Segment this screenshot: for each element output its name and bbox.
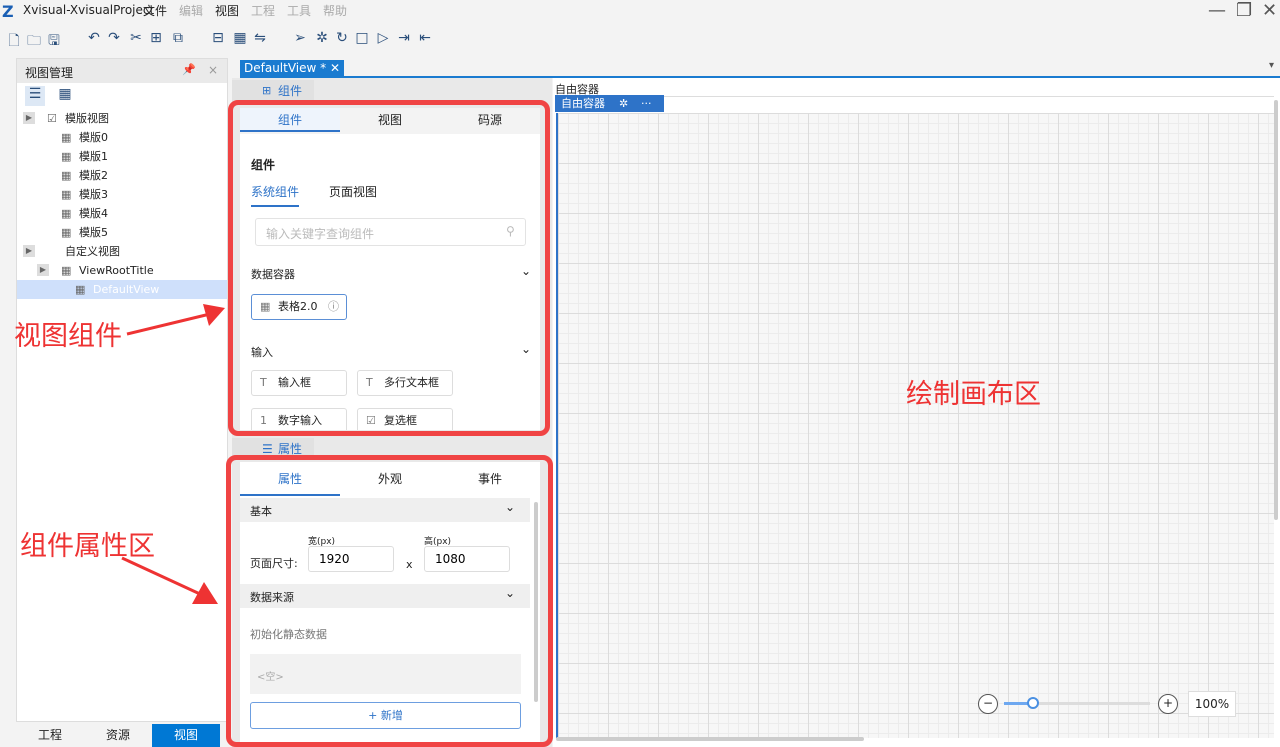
tree-item-label: 模版4: [79, 207, 108, 220]
table-icon: ▦: [61, 226, 72, 239]
tree-item[interactable]: ▶ 自定义视图: [17, 242, 227, 261]
table-icon: ▦: [61, 150, 72, 163]
export-icon[interactable]: ⇥: [394, 30, 414, 46]
connect-icon[interactable]: ⇋: [250, 30, 270, 46]
send-icon[interactable]: ➢: [290, 30, 310, 46]
tree-item-label: 模版5: [79, 226, 108, 239]
tree-item[interactable]: ▦ 模版2: [17, 166, 227, 185]
new-file-icon[interactable]: 🗋: [4, 30, 24, 54]
app-title: Xvisual-XvisualProject: [23, 3, 155, 17]
tree-item[interactable]: ▦ 模版4: [17, 204, 227, 223]
table-icon: ▦: [61, 131, 72, 144]
toolbar: 🗋 🗀 🖫 ↶ ↷ ✂ ⊞ ⧉ ⊟ ▦ ⇋ ➢ ✲ ↻ □ ▷ ⇥ ⇤: [0, 28, 1280, 50]
tree-item[interactable]: ▦ 模版1: [17, 147, 227, 166]
container-tag[interactable]: 自由容器 ✲ ···: [555, 95, 664, 112]
more-icon[interactable]: ···: [641, 95, 652, 112]
sparkle-icon[interactable]: ✲: [312, 30, 332, 46]
bottom-tabs: 工程 资源 视图: [16, 724, 228, 747]
add-view-icon[interactable]: ⊟: [208, 30, 228, 46]
properties-section-label: 属性: [278, 442, 303, 456]
tab-menu-icon[interactable]: ▾: [1269, 60, 1274, 71]
table-icon: ▦: [61, 188, 72, 201]
import-icon[interactable]: ⇤: [415, 30, 435, 46]
copy-icon[interactable]: ⧉: [168, 30, 188, 46]
title-bar: Z Xvisual-XvisualProject 文件 编辑 视图 工程 工具 …: [0, 0, 1280, 24]
folder-icon: ☑: [47, 112, 57, 125]
cut-icon[interactable]: ✂: [126, 30, 146, 46]
arrow-icon: [121, 556, 218, 604]
annotation-view-components: 视图组件: [14, 321, 122, 352]
document-tab[interactable]: DefaultView * ✕: [240, 60, 344, 77]
redo-icon[interactable]: ↷: [104, 30, 124, 46]
refresh-icon[interactable]: ↻: [332, 30, 352, 46]
pin-icon[interactable]: 📌: [182, 63, 196, 76]
container-tag-label: 自由容器: [561, 97, 605, 110]
list-view-icon[interactable]: ☰: [25, 86, 45, 106]
components-section-label: 组件: [278, 84, 303, 98]
stop-icon[interactable]: □: [352, 30, 372, 46]
annotation-box-properties: [226, 455, 553, 747]
zoom-slider[interactable]: [1004, 697, 1150, 709]
tree-item-label: 模版0: [79, 131, 108, 144]
panel-header: 视图管理 📌 ×: [17, 59, 227, 83]
menu-file[interactable]: 文件: [143, 2, 167, 19]
drawing-canvas[interactable]: [556, 113, 1274, 738]
add-template-icon[interactable]: ▦: [230, 30, 250, 46]
annotation-box-components: [228, 100, 550, 436]
expand-icon[interactable]: ▶: [23, 245, 35, 257]
tree-item-label: 自定义视图: [65, 245, 120, 258]
menu-tools[interactable]: 工具: [287, 2, 311, 19]
app-logo-icon: Z: [2, 2, 14, 21]
expand-icon[interactable]: ▶: [23, 112, 35, 124]
tree-item[interactable]: ▦ 模版0: [17, 128, 227, 147]
table-icon: ▦: [61, 207, 72, 220]
tab-views[interactable]: 视图: [152, 724, 220, 747]
horizontal-scrollbar[interactable]: [556, 737, 864, 741]
menu-view[interactable]: 视图: [215, 2, 239, 19]
tree-item[interactable]: ▦ 模版5: [17, 223, 227, 242]
tab-project[interactable]: 工程: [16, 724, 84, 747]
menu-project[interactable]: 工程: [251, 2, 275, 19]
bug-icon[interactable]: ✲: [619, 95, 628, 112]
tree-item-label: ViewRootTitle: [79, 264, 154, 277]
close-icon[interactable]: ✕: [1262, 0, 1277, 21]
grid-icon: ⊞: [262, 84, 272, 97]
panel-title: 视图管理: [25, 66, 74, 80]
arrow-icon: [126, 304, 225, 336]
tree-item[interactable]: ▦ 模版3: [17, 185, 227, 204]
run-icon[interactable]: ▷: [373, 30, 393, 46]
close-tab-icon[interactable]: ✕: [330, 60, 340, 77]
menu-edit[interactable]: 编辑: [179, 2, 203, 19]
zoom-out-button[interactable]: −: [978, 694, 998, 714]
zoom-in-button[interactable]: +: [1158, 694, 1178, 714]
open-folder-icon[interactable]: 🗀: [24, 30, 44, 54]
tab-resources[interactable]: 资源: [84, 724, 152, 747]
annotation-canvas-area: 绘制画布区: [906, 379, 1041, 410]
menu-help[interactable]: 帮助: [323, 2, 347, 19]
grid-view-icon[interactable]: ▦: [55, 86, 75, 106]
restore-icon[interactable]: ❐: [1236, 0, 1252, 21]
tree-item[interactable]: ▶ ☑ 模版视图: [17, 109, 227, 128]
components-section-header[interactable]: ⊞ 组件: [232, 80, 314, 102]
tree-item-label: 模版3: [79, 188, 108, 201]
zoom-level[interactable]: 100%: [1188, 691, 1236, 717]
vertical-scrollbar[interactable]: [1274, 100, 1278, 520]
table-icon: ▦: [61, 264, 72, 277]
document-tab-label: DefaultView *: [244, 61, 327, 75]
table-icon: ▦: [75, 283, 86, 296]
tree-item-label: 模版1: [79, 150, 108, 163]
table-icon: ▦: [61, 169, 72, 182]
tree-item[interactable]: ▶ ▦ ViewRootTitle: [17, 261, 227, 280]
close-panel-icon[interactable]: ×: [208, 63, 218, 77]
tree-item-label: 模版2: [79, 169, 108, 182]
add-box-icon[interactable]: ⊞: [146, 30, 166, 46]
save-icon[interactable]: 🖫: [44, 30, 64, 54]
undo-icon[interactable]: ↶: [84, 30, 104, 46]
expand-icon[interactable]: ▶: [37, 264, 49, 276]
tree-item-label: 模版视图: [65, 112, 109, 125]
minimize-icon[interactable]: —: [1208, 0, 1226, 21]
tree-item-label: DefaultView: [93, 283, 160, 296]
view-manager-panel: 视图管理 📌 × ☰ ▦ ▶ ☑ 模版视图 ▦ 模版0 ▦ 模版1 ▦ 模版2 ▦ 模版3 ▦ 模版4 ▦…: [16, 58, 228, 722]
tree-item[interactable]: ▦ DefaultView: [17, 280, 227, 299]
